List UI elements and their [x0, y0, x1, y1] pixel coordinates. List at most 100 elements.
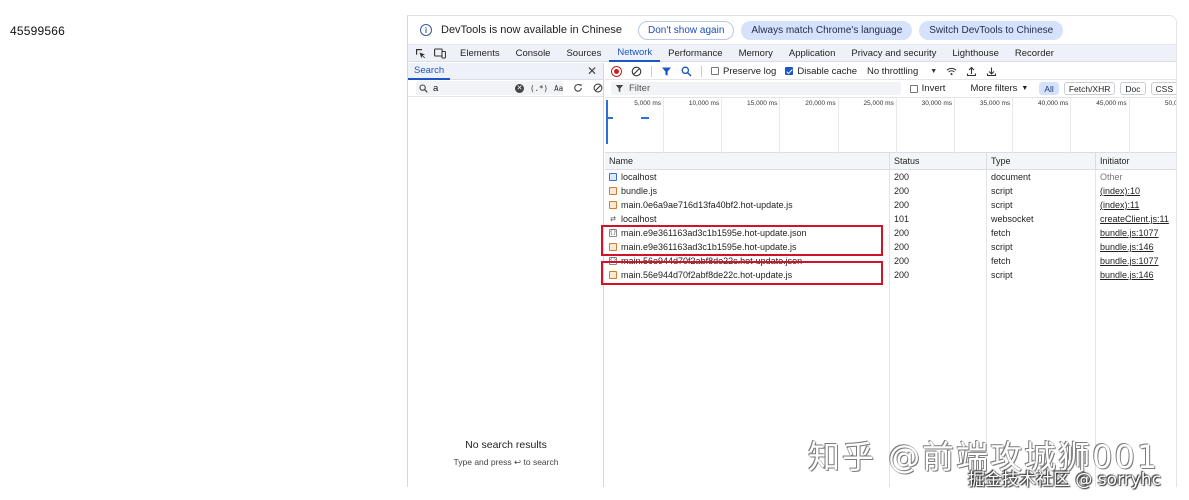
script-file-icon [609, 201, 617, 209]
request-name-cell[interactable]: {} main.56e944d70f2abf8de22c.hot-update.j… [605, 254, 890, 268]
timeline-tick-label: 35,000 ms [979, 100, 1011, 107]
request-name-cell[interactable]: main.0e6a9ae716d13fa40bf2.hot-update.js [605, 198, 890, 212]
table-row[interactable]: main.0e6a9ae716d13fa40bf2.hot-update.js 2… [605, 198, 1176, 212]
preserve-log-checkbox[interactable] [711, 67, 719, 75]
inspect-element-icon[interactable] [414, 48, 427, 59]
request-name-cell[interactable]: {} main.e9e361163ad3c1b1595e.hot-update.j… [605, 226, 890, 240]
import-har-icon[interactable] [966, 66, 977, 77]
switch-to-chinese-button[interactable]: Switch DevTools to Chinese [919, 20, 1064, 40]
table-row[interactable]: main.56e944d70f2abf8de22c.hot-update.js 2… [605, 268, 1176, 282]
network-conditions-icon[interactable] [946, 66, 957, 77]
filter-field[interactable]: Filter [611, 82, 902, 95]
request-status: 101 [890, 212, 987, 226]
tab-lighthouse[interactable]: Lighthouse [944, 45, 1006, 62]
document-icon [609, 173, 617, 181]
screenshot-frame: 45599566 i DevTools is now available in … [0, 0, 1189, 500]
request-name-cell[interactable]: localhost [605, 170, 890, 184]
filter-input[interactable]: Filter [629, 83, 650, 94]
filter-chip-css[interactable]: CSS [1150, 82, 1176, 95]
disable-cache-checkbox[interactable] [785, 67, 794, 75]
script-file-icon [609, 187, 617, 195]
no-results-heading: No search results [465, 439, 547, 451]
match-case-toggle[interactable]: Aa [554, 84, 563, 93]
filter-chip-fetch-xhr[interactable]: Fetch/XHR [1063, 82, 1116, 95]
timeline-tick-label: 20,000 ms [805, 100, 836, 107]
clear-log-icon[interactable] [631, 66, 642, 77]
tab-sources[interactable]: Sources [558, 45, 609, 62]
record-icon[interactable] [611, 65, 622, 77]
language-infobar: i DevTools is now available in Chinese D… [408, 16, 1176, 45]
more-filters-dropdown[interactable]: More filters [970, 83, 1017, 94]
request-initiator[interactable]: bundle.js:146 [1096, 268, 1176, 282]
dont-show-again-button[interactable]: Don't show again [637, 20, 735, 40]
request-status: 200 [890, 226, 987, 240]
refresh-icon[interactable] [573, 83, 583, 94]
invert-label: Invert [921, 83, 946, 94]
request-name-cell[interactable]: ⇄ localhost [605, 212, 890, 226]
network-panel: Preserve log Disable cache No throttling… [605, 63, 1176, 487]
tab-application[interactable]: Application [781, 45, 843, 62]
request-name-cell[interactable]: bundle.js [605, 184, 890, 198]
table-row[interactable]: localhost 200 document Other [605, 170, 1176, 184]
chevron-down-icon[interactable]: ▼ [1021, 85, 1028, 92]
tab-console[interactable]: Console [508, 45, 559, 62]
filter-chip-all[interactable]: All [1039, 82, 1059, 95]
no-results: No search results Type and press ↩ to se… [408, 439, 604, 468]
request-initiator[interactable]: (index):11 [1096, 198, 1176, 212]
column-header-name[interactable]: Name [605, 152, 890, 170]
column-header-initiator[interactable]: Initiator [1096, 153, 1176, 170]
network-toolbar: Preserve log Disable cache No throttling… [605, 63, 1176, 80]
request-initiator[interactable]: bundle.js:146 [1096, 240, 1176, 254]
request-name: main.56e944d70f2abf8de22c.hot-update.js [621, 270, 793, 280]
disable-cache-label: Disable cache [797, 65, 858, 77]
search-input[interactable] [433, 82, 511, 94]
inspected-page: 45599566 [0, 0, 408, 500]
request-type: script [987, 240, 1096, 254]
table-row[interactable]: bundle.js 200 script (index):10 [605, 184, 1176, 198]
timeline-tick-label: 30,000 ms [921, 100, 952, 107]
invert-checkbox[interactable] [910, 84, 918, 93]
request-name: main.e9e361163ad3c1b1595e.hot-update.jso… [621, 228, 807, 238]
infobar-message: DevTools is now available in Chinese [441, 24, 622, 36]
tab-performance[interactable]: Performance [660, 45, 730, 62]
tab-recorder[interactable]: Recorder [1007, 45, 1062, 62]
tab-network[interactable]: Network [609, 45, 661, 62]
search-tab[interactable]: Search [408, 63, 451, 80]
clear-search-icon[interactable]: ✕ [515, 83, 524, 93]
timeline-tick-label: 10,000 ms [688, 100, 720, 107]
table-row[interactable]: main.e9e361163ad3c1b1595e.hot-update.js 2… [605, 240, 1176, 254]
timeline-gridline [895, 98, 897, 153]
clear-results-icon[interactable] [593, 83, 603, 94]
tab-elements[interactable]: Elements [452, 45, 508, 62]
close-icon[interactable]: ✕ [587, 65, 597, 77]
table-row[interactable]: {} main.e9e361163ad3c1b1595e.hot-update.j… [605, 226, 1176, 240]
search-row: ✕ (.*) Aa [408, 80, 603, 97]
json-file-icon: {} [609, 257, 617, 265]
timeline-tick-label: 15,000 ms [747, 100, 778, 107]
request-name: main.56e944d70f2abf8de22c.hot-update.jso… [621, 256, 803, 266]
filter-funnel-icon[interactable] [661, 66, 672, 77]
timeline-tick-label: 50,000 [1164, 100, 1176, 107]
request-initiator[interactable]: bundle.js:1077 [1096, 254, 1176, 268]
column-header-status[interactable]: Status [890, 152, 987, 170]
chevron-down-icon[interactable]: ▼ [930, 68, 937, 75]
request-initiator[interactable]: bundle.js:1077 [1096, 226, 1176, 240]
request-name-cell[interactable]: main.56e944d70f2abf8de22c.hot-update.js [605, 268, 890, 282]
table-row[interactable]: {} main.56e944d70f2abf8de22c.hot-update.j… [605, 254, 1176, 268]
search-icon[interactable] [681, 66, 692, 77]
timeline-request-mark [641, 117, 649, 119]
tab-privacy-and-security[interactable]: Privacy and security [843, 45, 944, 62]
request-initiator[interactable]: createClient.js:11 [1096, 212, 1176, 226]
request-initiator[interactable]: (index):10 [1096, 184, 1176, 198]
filter-chip-doc[interactable]: Doc [1120, 82, 1146, 95]
throttling-select[interactable]: No throttling [867, 66, 918, 77]
device-toolbar-icon[interactable] [433, 47, 446, 59]
timeline-gridline [663, 98, 664, 153]
request-name-cell[interactable]: main.e9e361163ad3c1b1595e.hot-update.js [605, 240, 890, 254]
table-row[interactable]: ⇄ localhost 101 websocket createClient.js:11 [605, 212, 1176, 226]
regex-toggle[interactable]: (.*) [530, 84, 548, 93]
column-header-type[interactable]: Type [987, 152, 1096, 170]
tab-memory[interactable]: Memory [731, 45, 781, 62]
always-match-language-button[interactable]: Always match Chrome's language [741, 20, 913, 40]
export-har-icon[interactable] [986, 66, 997, 77]
